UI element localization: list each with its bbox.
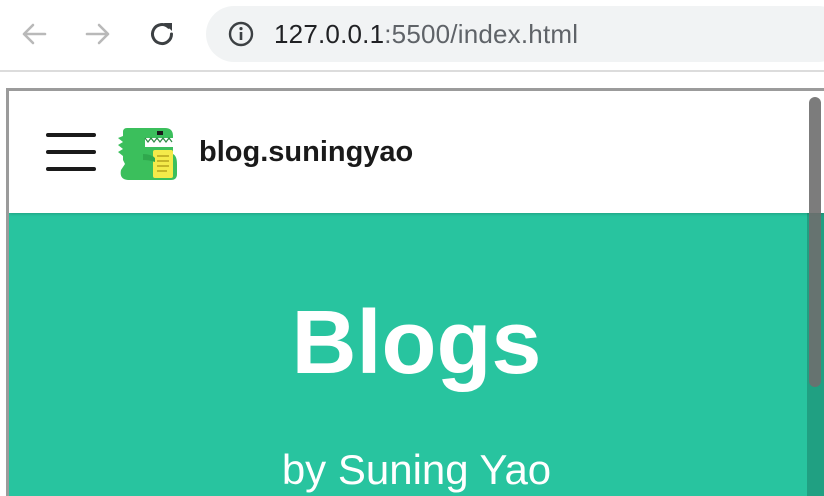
green-dinosaur-logo[interactable] [117,124,183,182]
page-viewport: blog.suningyao Blogs by Suning Yao [6,88,824,496]
scrollbar-thumb[interactable] [809,97,821,387]
reload-button[interactable] [144,16,180,52]
hero-banner: Blogs by Suning Yao [9,213,824,496]
reload-icon [151,23,174,46]
site-title[interactable]: blog.suningyao [199,136,413,169]
browser-toolbar: 127.0.0.1:5500/index.html [0,0,824,70]
info-circle-icon[interactable] [228,21,254,47]
forward-button[interactable] [80,16,116,52]
vertical-scrollbar[interactable] [807,91,824,496]
url-host: 127.0.0.1 [274,19,385,49]
site-header: blog.suningyao [9,91,824,213]
hamburger-menu-icon[interactable] [46,131,96,173]
hero-subtitle: by Suning Yao [281,446,552,493]
address-bar[interactable]: 127.0.0.1:5500/index.html [206,6,824,62]
toolbar-divider [0,70,824,72]
hero-title: Blogs [291,293,542,393]
url-path: :5500/index.html [384,19,579,49]
url-text[interactable]: 127.0.0.1:5500/index.html [274,19,578,49]
arrow-left-icon [22,23,47,45]
arrow-right-icon [85,23,110,45]
back-button[interactable] [16,16,52,52]
